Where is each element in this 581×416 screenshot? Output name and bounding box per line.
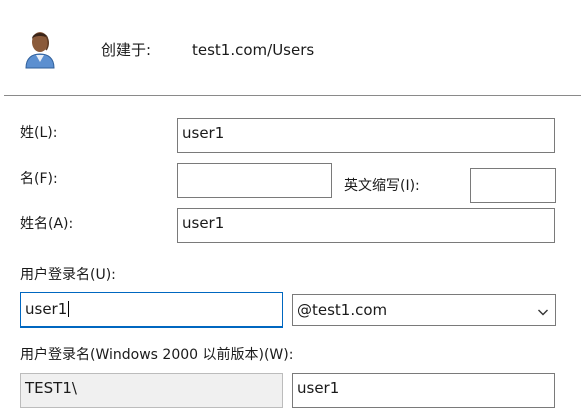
logon-name-label: 用户登录名(U): (20, 267, 116, 283)
full-name-field[interactable]: user1 (177, 208, 555, 243)
logon-name-field[interactable]: user1 (20, 292, 283, 328)
new-user-dialog-page: 创建于: test1.com/Users 姓(L): user1 名(F): 英… (0, 0, 581, 416)
created-in-path: test1.com/Users (192, 41, 315, 59)
pre2000-domain-field: TEST1\ (20, 373, 283, 408)
text-caret (68, 301, 70, 317)
first-name-field[interactable] (177, 163, 332, 198)
pre2000-name-field[interactable]: user1 (292, 373, 555, 408)
logon-name-value: user1 (25, 300, 68, 318)
first-name-label: 名(F): (20, 171, 58, 187)
domain-select-value: @test1.com (297, 301, 388, 319)
created-in-label: 创建于: (101, 41, 152, 59)
last-name-label: 姓(L): (20, 125, 58, 141)
initials-field[interactable] (470, 168, 556, 203)
last-name-field[interactable]: user1 (177, 118, 555, 153)
full-name-label: 姓名(A): (20, 216, 74, 232)
chevron-down-icon (537, 304, 549, 316)
header-divider (4, 95, 581, 96)
user-icon (22, 26, 58, 70)
domain-select[interactable]: @test1.com (292, 294, 556, 326)
initials-label: 英文缩写(I): (344, 178, 420, 194)
pre2000-logon-label: 用户登录名(Windows 2000 以前版本)(W): (20, 347, 294, 363)
